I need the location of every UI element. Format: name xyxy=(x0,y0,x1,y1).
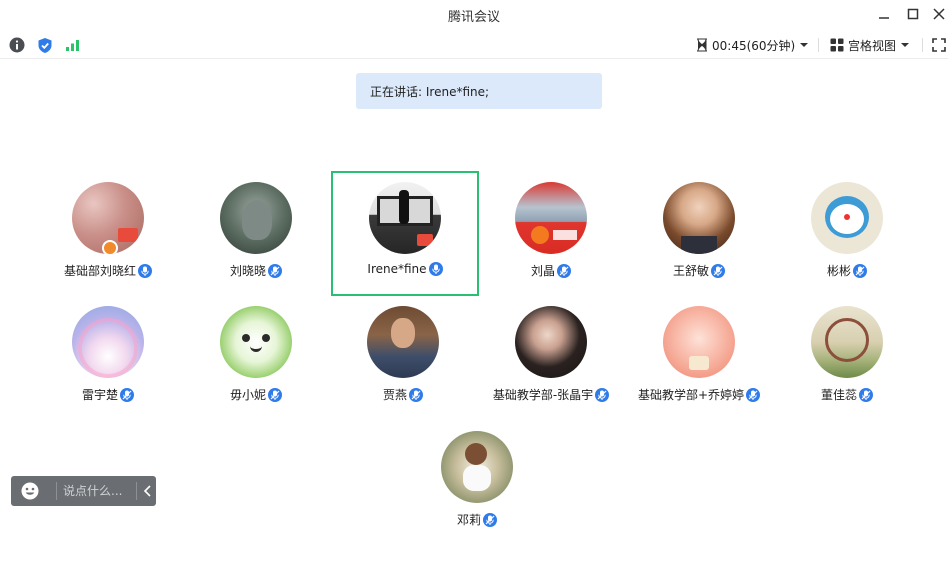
participant-tile[interactable]: 基础教学部+乔婷婷 xyxy=(625,296,773,420)
participant-name: 贾燕 xyxy=(382,388,407,402)
avatar xyxy=(220,182,292,254)
avatar xyxy=(811,306,883,378)
avatar xyxy=(515,306,587,378)
microphone-muted-icon xyxy=(711,263,725,278)
view-label: 宫格视图 xyxy=(848,38,897,53)
participant-name: 刘晶 xyxy=(530,264,555,278)
avatar xyxy=(72,306,144,378)
participant-name: 彬彬 xyxy=(826,264,851,278)
avatar xyxy=(220,306,292,378)
grid-view-switch[interactable]: 宫格视图 xyxy=(830,36,910,54)
maximize-icon xyxy=(907,8,919,20)
participant-tile[interactable]: 王舒敏 xyxy=(625,172,773,296)
meeting-timer[interactable]: 00:45(60分钟) xyxy=(696,36,809,54)
minimize-icon xyxy=(879,17,889,19)
participant-name: 刘晓晓 xyxy=(229,264,266,278)
speaking-label: 正在讲话: xyxy=(370,85,423,99)
fullscreen-button[interactable] xyxy=(930,36,948,54)
participant-name: Irene*fine xyxy=(367,262,427,276)
microphone-muted-icon xyxy=(595,387,610,402)
participant-tile[interactable]: 毋小妮 xyxy=(182,296,330,420)
shield-icon xyxy=(38,37,52,53)
chat-input[interactable] xyxy=(63,480,133,502)
participant-tile[interactable]: 雷宇楚 xyxy=(34,296,182,420)
microphone-muted-icon xyxy=(853,263,867,278)
microphone-muted-icon xyxy=(120,387,134,402)
microphone-muted-icon xyxy=(409,387,423,402)
avatar xyxy=(72,182,144,254)
participant-name: 基础部刘晓红 xyxy=(63,264,136,278)
minimize-button[interactable] xyxy=(872,4,896,24)
chevron-down-icon xyxy=(800,43,809,47)
speaking-indicator: 正在讲话: Irene*fine; xyxy=(356,73,602,109)
participant-tile[interactable]: 贾燕 xyxy=(329,296,477,420)
participant-name: 基础教学部-张晶宇 xyxy=(492,388,594,402)
avatar xyxy=(367,306,439,378)
meeting-info-button[interactable] xyxy=(8,36,26,54)
microphone-muted-icon xyxy=(557,263,571,278)
microphone-muted-icon xyxy=(746,387,761,402)
timer-text: 00:45(60分钟) xyxy=(712,38,796,53)
signal-bars-icon xyxy=(66,40,79,51)
close-icon xyxy=(933,8,945,20)
chevron-left-icon[interactable] xyxy=(142,484,154,498)
microphone-icon xyxy=(138,263,152,278)
emoji-icon[interactable] xyxy=(21,482,39,500)
participant-name: 董佳蕊 xyxy=(820,388,857,402)
participant-tile[interactable]: 基础部刘晓红 xyxy=(34,172,182,296)
chat-input-bar xyxy=(11,476,156,506)
close-button[interactable] xyxy=(927,4,948,24)
avatar xyxy=(369,182,441,254)
network-status-button[interactable] xyxy=(64,36,82,54)
participant-tile[interactable]: 彬彬 xyxy=(773,172,921,296)
maximize-button[interactable] xyxy=(901,4,925,24)
chevron-down-icon xyxy=(901,43,910,47)
microphone-muted-icon xyxy=(268,387,282,402)
participant-tile[interactable]: 基础教学部-张晶宇 xyxy=(477,296,625,420)
hourglass-icon xyxy=(697,38,707,52)
speaking-names: Irene*fine; xyxy=(425,85,490,99)
toolbar-divider xyxy=(922,38,923,52)
security-button[interactable] xyxy=(36,36,54,54)
participant-tile[interactable]: 刘晶 xyxy=(477,172,625,296)
participant-name: 王舒敏 xyxy=(672,264,709,278)
avatar xyxy=(811,182,883,254)
title-bar: 腾讯会议 xyxy=(0,0,948,30)
participant-name: 基础教学部+乔婷婷 xyxy=(637,388,745,402)
participant-name: 邓莉 xyxy=(456,513,481,527)
info-icon xyxy=(9,37,25,53)
chat-divider xyxy=(56,482,57,500)
microphone-muted-icon xyxy=(268,263,282,278)
avatar xyxy=(441,431,513,503)
participant-tile[interactable]: 邓莉 xyxy=(403,421,551,545)
participant-tile[interactable]: 刘晓晓 xyxy=(182,172,330,296)
avatar xyxy=(515,182,587,254)
toolbar-divider xyxy=(818,38,819,52)
participant-name: 毋小妮 xyxy=(229,388,266,402)
participant-tile[interactable]: 董佳蕊 xyxy=(773,296,921,420)
avatar xyxy=(663,182,735,254)
participant-name: 雷宇楚 xyxy=(81,388,118,402)
microphone-muted-icon xyxy=(483,512,497,527)
chat-divider xyxy=(136,482,137,500)
microphone-muted-icon xyxy=(859,387,873,402)
participant-tile-active[interactable]: Irene*fine xyxy=(331,172,479,296)
microphone-icon xyxy=(428,262,443,276)
window-title: 腾讯会议 xyxy=(447,10,500,25)
grid-view-icon xyxy=(830,38,844,52)
fullscreen-icon xyxy=(932,38,946,52)
meeting-toolbar: 00:45(60分钟) 宫格视图 xyxy=(0,30,948,59)
avatar xyxy=(663,306,735,378)
